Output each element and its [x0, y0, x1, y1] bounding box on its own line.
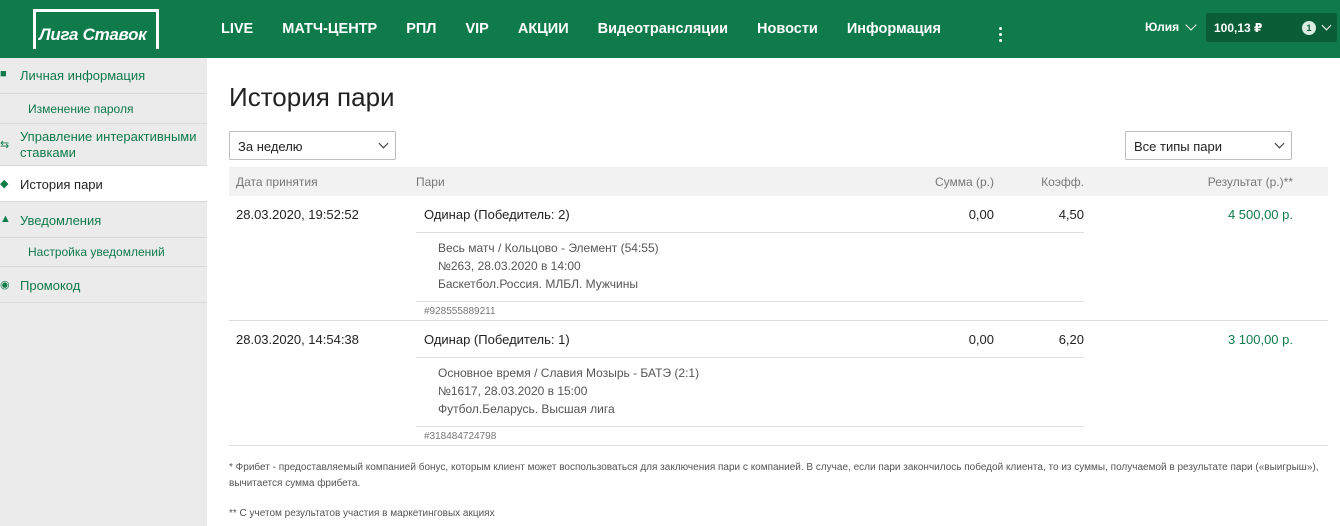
col-coef: Коэфф. [1041, 175, 1084, 189]
nav-rpl[interactable]: РПЛ [406, 21, 436, 37]
table-row: 28.03.2020, 14:54:38 Одинар (Победитель:… [229, 321, 1328, 446]
col-result: Результат (р.)** [1207, 175, 1293, 189]
notification-badge: 1 [1302, 21, 1316, 35]
bet-date: 28.03.2020, 14:54:38 [236, 332, 359, 347]
table-header: Дата принятия Пари Сумма (р.) Коэфф. Рез… [229, 167, 1328, 196]
footnote-marketing: ** С учетом результатов участия в маркет… [229, 508, 495, 519]
footnote-freebet: * Фрибет - предоставляемый компанией бон… [229, 462, 1319, 489]
bet-details: Основное время / Славия Мозырь - БАТЭ (2… [438, 366, 700, 416]
logo[interactable]: Лига Ставок [33, 9, 159, 49]
sidebar-item-promocode[interactable]: ◉ Промокод [0, 267, 207, 303]
user-menu[interactable]: Юлия [1145, 19, 1197, 34]
bet-sum: 0,00 [968, 332, 994, 347]
sidebar-item-change-password[interactable]: Изменение пароля [0, 94, 207, 124]
arrows-icon: ⇆ [0, 139, 10, 151]
divider [416, 426, 1084, 427]
balance-amount: 100,13 ₽ [1214, 21, 1263, 35]
bet-type-select[interactable]: Все типы пари [1125, 131, 1292, 160]
main-nav: LIVE МАТЧ-ЦЕНТР РПЛ VIP АКЦИИ Видеотранс… [221, 0, 970, 58]
nav-news[interactable]: Новости [757, 21, 818, 37]
nav-promotions[interactable]: АКЦИИ [518, 21, 569, 37]
sidebar-item-personal-info[interactable]: ■ Личная информация [0, 58, 207, 94]
bet-type: Одинар (Победитель: 1) [424, 332, 570, 347]
balance-button[interactable]: 100,13 ₽ 1 [1206, 13, 1337, 42]
nav-video[interactable]: Видеотрансляции [598, 21, 728, 37]
chevron-down-icon [1274, 138, 1285, 149]
user-name: Юлия [1145, 20, 1180, 34]
col-sum: Сумма (р.) [934, 175, 994, 189]
bet-id: #928555889211 [424, 306, 496, 317]
ticket-icon: ◆ [0, 178, 9, 190]
chevron-down-icon [1321, 20, 1332, 31]
nav-vip[interactable]: VIP [465, 21, 488, 37]
promo-icon: ◉ [0, 279, 10, 291]
bet-type: Одинар (Победитель: 2) [424, 207, 570, 222]
chevron-down-icon [1185, 19, 1197, 31]
table-row: 28.03.2020, 19:52:52 Одинар (Победитель:… [229, 196, 1328, 321]
nav-match-center[interactable]: МАТЧ-ЦЕНТР [282, 21, 377, 37]
bet-sum: 0,00 [968, 207, 994, 222]
bet-coef: 6,20 [1058, 332, 1084, 347]
col-date: Дата принятия [236, 175, 318, 189]
period-select[interactable]: За неделю [229, 131, 396, 160]
nav-live[interactable]: LIVE [221, 21, 253, 37]
logo-text: Лига Ставок [39, 25, 147, 44]
bet-details: Весь матч / Кольцово - Элемент (54:55) №… [438, 241, 659, 291]
sidebar-item-interactive-bets[interactable]: ⇆ Управление интерактивными ставками [0, 124, 207, 166]
top-bar: Лига Ставок LIVE МАТЧ-ЦЕНТР РПЛ VIP АКЦИ… [0, 0, 1340, 58]
bet-date: 28.03.2020, 19:52:52 [236, 207, 359, 222]
sidebar-item-notifications[interactable]: ▲ Уведомления [0, 202, 207, 238]
nav-info[interactable]: Информация [847, 21, 941, 37]
col-bet: Пари [416, 175, 445, 189]
bet-result: 3 100,00 р. [1227, 332, 1293, 347]
bet-id: #318484724798 [424, 431, 497, 442]
bet-result: 4 500,00 р. [1227, 207, 1293, 222]
divider [416, 301, 1084, 302]
more-menu-icon[interactable] [999, 27, 1003, 43]
divider [416, 232, 1084, 233]
sidebar: ■ Личная информация Изменение пароля ⇆ У… [0, 58, 207, 526]
person-icon: ■ [0, 68, 7, 80]
page-title: История пари [229, 82, 395, 112]
sidebar-item-notification-settings[interactable]: Настройка уведомлений [0, 238, 207, 267]
bet-coef: 4,50 [1058, 207, 1084, 222]
sidebar-item-bet-history[interactable]: ◆ История пари [0, 166, 207, 202]
bell-icon: ▲ [0, 213, 11, 225]
chevron-down-icon [378, 138, 389, 149]
divider [416, 357, 1084, 358]
